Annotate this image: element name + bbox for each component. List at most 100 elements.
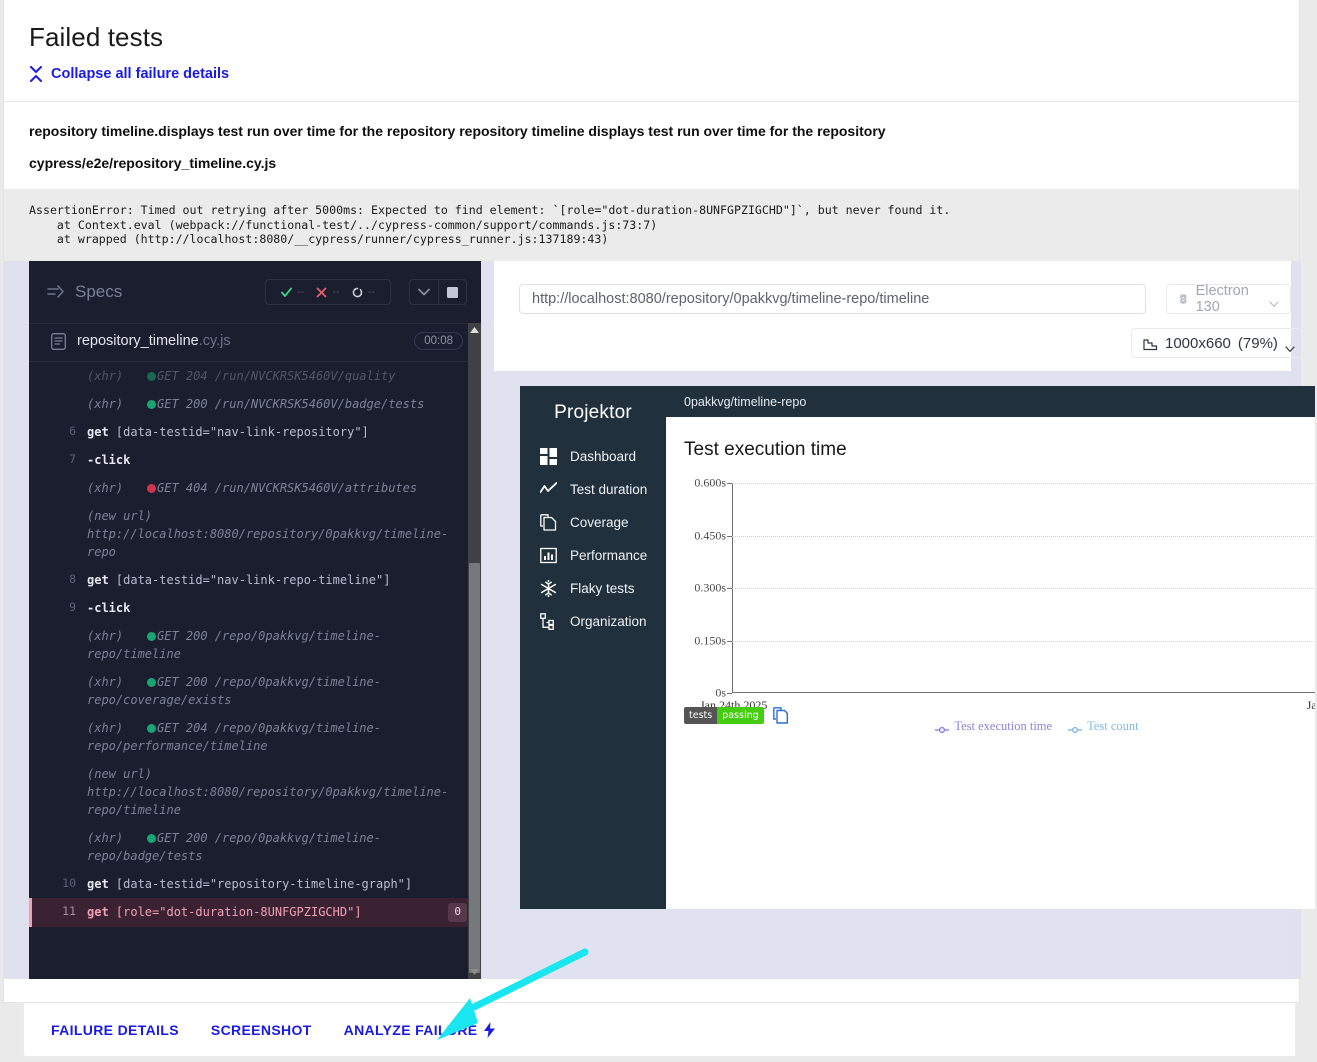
sidebar-item-test-duration[interactable]: Test duration xyxy=(520,473,666,506)
xhr-label: (xhr) xyxy=(87,831,124,846)
chart-gridline xyxy=(732,535,1315,537)
sidebar-item-flaky-tests[interactable]: Flaky tests xyxy=(520,572,666,605)
sidebar-item-organization[interactable]: Organization xyxy=(520,605,666,638)
command-row[interactable]: (xhr) GET 200 /run/NVCKRSK5460V/badge/tes… xyxy=(29,390,481,418)
command-number: 10 xyxy=(62,876,76,891)
left-axis-tick-mark xyxy=(727,483,732,485)
dashboard-icon xyxy=(540,448,557,466)
tests-badge-row: tests passing xyxy=(684,707,788,725)
bar-chart-icon xyxy=(540,547,557,564)
reporter-scrollbar-thumb[interactable] xyxy=(469,563,480,974)
command-body: (new url) http://localhost:8080/reposito… xyxy=(87,507,467,561)
spec-name-main: repository_timeline xyxy=(77,333,199,350)
analyze-failure-label: ANALYZE FAILURE xyxy=(343,1021,478,1038)
command-row[interactable]: 8 get [data-testid="nav-link-repo-timelin… xyxy=(29,566,481,594)
runner-inner: Specs -- -- -- repository_timeline.cy.js… xyxy=(29,261,1315,980)
command-row[interactable]: (xhr) GET 200 /repo/0pakkvg/timeline-repo… xyxy=(29,668,481,714)
command-body: -click xyxy=(87,599,467,617)
lightning-bolt-icon xyxy=(483,1021,496,1038)
command-body: get [data-testid="nav-link-repo-timeline… xyxy=(87,571,467,589)
specs-toggle-icon[interactable] xyxy=(47,285,65,299)
spec-row[interactable]: repository_timeline.cy.js 00:08 xyxy=(29,323,481,359)
command-row[interactable]: 7 -click xyxy=(29,446,481,474)
browser-selector[interactable]: Electron 130 xyxy=(1166,283,1291,315)
command-row[interactable]: (xhr) GET 204 /repo/0pakkvg/timeline-repo… xyxy=(29,714,481,760)
reporter-header: Specs -- -- -- xyxy=(29,261,481,323)
scroll-up-arrow-icon[interactable] xyxy=(468,323,481,337)
copy-icon[interactable] xyxy=(772,707,788,724)
failure-details-button[interactable]: FAILURE DETAILS xyxy=(51,1014,195,1046)
x-tick-label-right: Jan 24th 2025 xyxy=(1306,698,1315,713)
stat-pending: -- xyxy=(346,286,381,298)
xhr-entry: (xhr) GET 200 /repo/0pakkvg/timeline-repo… xyxy=(87,675,381,707)
badge-left-label: tests xyxy=(684,707,718,725)
left-axis-tick-mark xyxy=(727,535,732,537)
status-dot-success xyxy=(147,372,156,382)
tests-passing-badge: tests passing xyxy=(684,707,764,725)
failure-details-label: FAILURE DETAILS xyxy=(51,1021,179,1038)
xhr-label: (xhr) xyxy=(87,481,124,496)
status-dot-success xyxy=(147,632,156,642)
command-row[interactable]: 6 get [data-testid="nav-link-repository"] xyxy=(29,418,481,446)
viewport-scale: (79%) xyxy=(1237,334,1278,352)
command-row[interactable]: (xhr) GET 200 /repo/0pakkvg/timeline-repo… xyxy=(29,622,481,668)
command-row[interactable]: 10 get [data-testid="repository-timeline-… xyxy=(29,870,481,898)
sidebar-label: Coverage xyxy=(570,515,629,531)
command-row[interactable]: 9 -click xyxy=(29,594,481,622)
command-log[interactable]: (xhr) GET 204 /run/NVCKRSK5460V/quality (x… xyxy=(29,361,481,980)
copy-pages-icon xyxy=(540,514,557,531)
command-row[interactable]: (xhr) GET 404 /run/NVCKRSK5460V/attribute… xyxy=(29,474,481,502)
new-url-label: (new url) xyxy=(87,509,153,524)
analyze-failure-button[interactable]: ANALYZE FAILURE xyxy=(328,1014,513,1046)
timeline-chart-plot[interactable]: 0s00.150s0.750.300s1.50.450s2.250.600s3 … xyxy=(694,476,1315,733)
reporter-scrollbar[interactable] xyxy=(468,323,481,980)
failed-tests-card: Failed tests Collapse all failure detail… xyxy=(3,0,1315,1003)
failure-spec-file: cypress/e2e/repository_timeline.cy.js xyxy=(29,154,277,171)
command-keyword: get xyxy=(87,425,109,440)
url-input[interactable]: http://localhost:8080/repository/0pakkvg… xyxy=(519,284,1146,315)
left-axis-tick-label: 0.300s xyxy=(694,580,726,595)
stop-button-icon[interactable] xyxy=(438,280,466,305)
close-icon xyxy=(316,287,327,297)
spec-duration: 00:08 xyxy=(414,332,463,351)
legend-label: Test execution time xyxy=(954,719,1053,734)
chart-gridline xyxy=(732,483,1315,485)
repo-breadcrumb: 0pakkvg/timeline-repo xyxy=(666,386,1315,418)
sidebar-item-dashboard[interactable]: Dashboard xyxy=(520,440,666,473)
screenshot-button[interactable]: SCREENSHOT xyxy=(195,1014,328,1046)
command-keyword: -click xyxy=(87,453,131,468)
chevron-down-icon xyxy=(1269,296,1279,307)
xhr-entry: (xhr) GET 204 /repo/0pakkvg/timeline-repo… xyxy=(87,721,381,753)
xhr-label: (xhr) xyxy=(87,721,124,736)
command-body: get [role="dot-duration-8UNFGPZIGCHD"] xyxy=(87,903,448,921)
collapse-all-failure-details-button[interactable]: Collapse all failure details xyxy=(29,66,1299,82)
page-root: Failed tests Collapse all failure detail… xyxy=(0,0,1317,1062)
command-row[interactable]: (new url) http://localhost:8080/reposito… xyxy=(29,760,481,824)
command-row-failed[interactable]: 11 get [role="dot-duration-8UNFGPZIGCHD"]… xyxy=(29,898,481,927)
command-row[interactable]: (new url) http://localhost:8080/reposito… xyxy=(29,502,481,566)
chevron-down-icon[interactable] xyxy=(410,280,438,304)
xhr-label: (xhr) xyxy=(87,675,124,690)
status-dot-success xyxy=(147,678,156,688)
sidebar-item-performance[interactable]: Performance xyxy=(520,539,666,572)
command-number: 9 xyxy=(69,600,76,615)
sidebar-item-coverage[interactable]: Coverage xyxy=(520,506,666,539)
command-row[interactable]: (xhr) GET 204 /run/NVCKRSK5460V/quality xyxy=(29,362,481,390)
chart-legend: Test execution time Test count xyxy=(732,719,1315,734)
legend-item-test-count[interactable]: Test count xyxy=(1068,719,1139,734)
viewport-selector[interactable]: 1000x660 (79%) xyxy=(1131,328,1307,359)
scroll-down-arrow-icon[interactable] xyxy=(468,965,481,979)
check-icon xyxy=(281,287,292,297)
command-number: 8 xyxy=(69,572,76,587)
new-url-entry: (new url) http://localhost:8080/reposito… xyxy=(87,767,448,817)
command-row[interactable]: (xhr) GET 200 /repo/0pakkvg/timeline-repo… xyxy=(29,824,481,870)
page-title: Failed tests xyxy=(29,22,164,52)
command-body: -click xyxy=(87,451,467,469)
xhr-entry: (xhr) GET 200 /repo/0pakkvg/timeline-repo… xyxy=(87,629,381,661)
command-keyword: -click xyxy=(87,601,131,616)
xhr-text: GET 200 /run/NVCKRSK5460V/badge/tests xyxy=(157,397,425,412)
command-result-count: 0 xyxy=(448,903,467,922)
legend-item-execution-time[interactable]: Test execution time xyxy=(935,719,1052,734)
status-dot-error xyxy=(147,484,156,494)
projektor-brand: Projektor xyxy=(554,402,632,424)
